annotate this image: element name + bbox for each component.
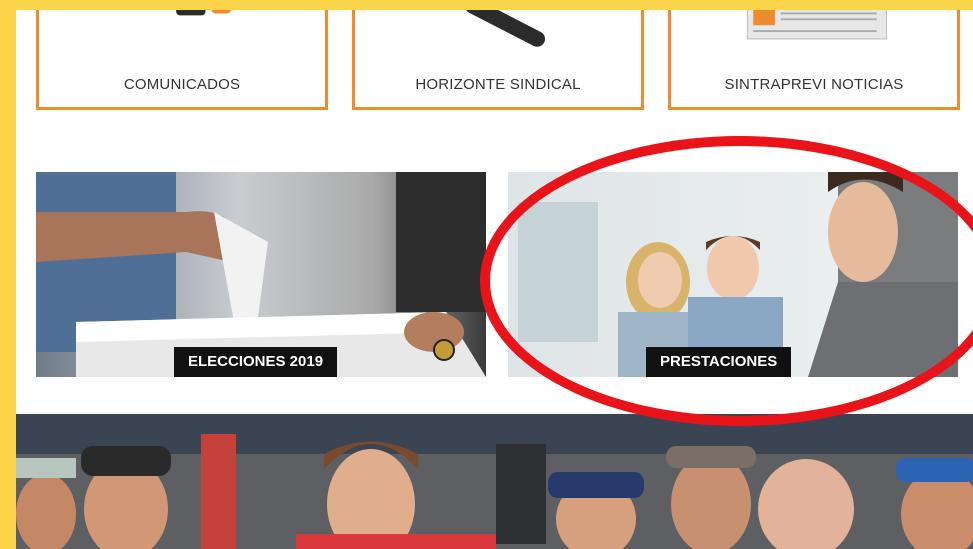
crowd-banner-image bbox=[16, 414, 973, 549]
tile-caption: ELECCIONES 2019 bbox=[174, 347, 338, 377]
card-label: COMUNICADOS bbox=[123, 76, 241, 93]
card-comunicados[interactable]: COMUNICADOS bbox=[36, 10, 328, 110]
newspaper-icon bbox=[746, 10, 887, 40]
card-horizonte-sindical[interactable]: HORIZONTE SINDICAL bbox=[352, 10, 644, 110]
tile-elecciones[interactable]: ELECCIONES 2019 bbox=[36, 172, 486, 377]
card-sintraprevi-noticias[interactable]: SINTRAPREVI NOTICIAS bbox=[668, 10, 960, 110]
tile-prestaciones[interactable]: PRESTACIONES bbox=[508, 172, 958, 377]
tile-caption: PRESTACIONES bbox=[646, 347, 792, 377]
telescope-icon bbox=[466, 10, 546, 47]
megaphone-icon bbox=[176, 10, 231, 16]
card-label: HORIZONTE SINDICAL bbox=[415, 76, 581, 93]
card-label: SINTRAPREVI NOTICIAS bbox=[724, 76, 904, 93]
page: COMUNICADOS HORIZONTE SINDICAL SINTRAPRE… bbox=[16, 10, 973, 549]
